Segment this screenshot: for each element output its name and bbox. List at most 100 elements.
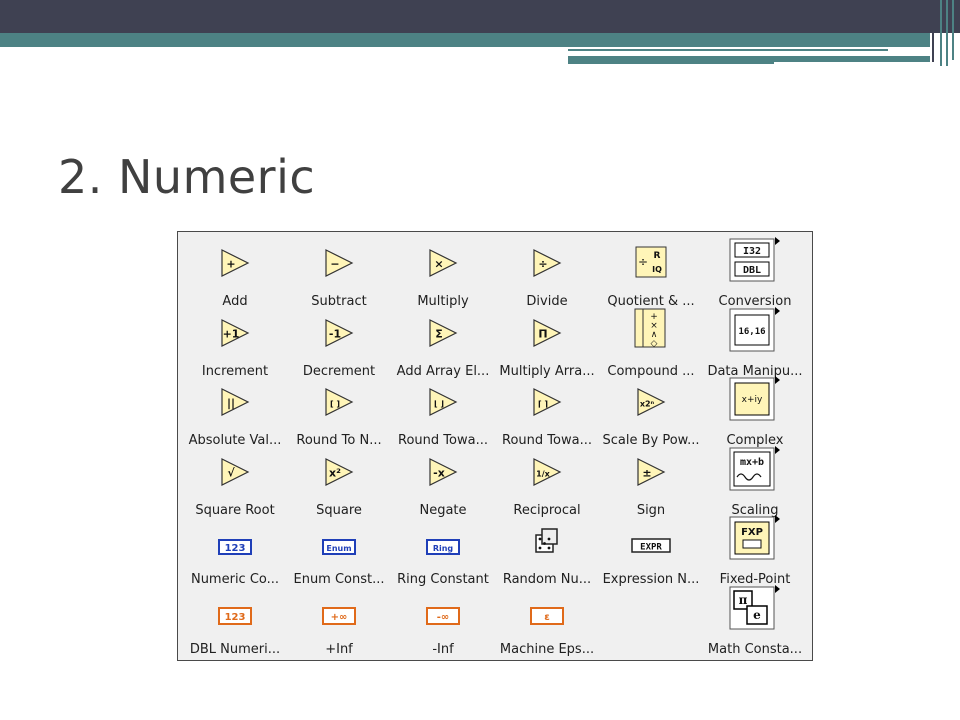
palette-item-round-towa[interactable]: ⌊ ⌋ Round Towa... [390,373,496,448]
palette-item-inf[interactable]: +∞ +Inf [286,582,392,657]
round-to-n-icon: [ ] [324,387,354,417]
palette-item-subtract[interactable]: − Subtract [286,234,392,309]
palette-item-multiply[interactable]: × Multiply [390,234,496,309]
slide-top-bar [0,0,960,33]
subtract-icon: − [324,248,354,278]
conversion-icon: I32 DBL [729,236,781,282]
svg-text:1/x: 1/x [536,469,550,478]
svg-text:x²: x² [329,466,341,479]
svg-text:Enum: Enum [326,544,351,553]
palette-item-data-manipu[interactable]: 16,16 Data Manipu... [702,304,808,379]
palette-item-machine-eps[interactable]: ε Machine Eps... [494,582,600,657]
palette-item-scale-by-pow[interactable]: x2ⁿ Scale By Pow... [598,373,704,448]
palette-item-decrement[interactable]: -1 Decrement [286,304,392,379]
palette-item-negate[interactable]: -x Negate [390,443,496,518]
dbl-numeri-icon: 123 [218,606,252,626]
svg-text:◇: ◇ [651,339,658,348]
svg-text:⌊ ⌋: ⌊ ⌋ [434,400,444,409]
slide-accent-bar [0,33,930,47]
palette-item-expression-n[interactable]: EXPR Expression N... [598,512,704,587]
decrement-icon: -1 [324,318,354,348]
svg-text:Ring: Ring [433,544,454,553]
svg-text:mx+b: mx+b [740,457,764,468]
svg-text:IQ: IQ [652,265,662,274]
numeric-palette: + Add − Subtract × Multiply ÷ Divide ÷ R IQ Quotien… [177,231,813,661]
palette-item-label: -Inf [432,641,454,657]
machine-eps-icon: ε [530,606,564,626]
palette-item-add-array-el[interactable]: Σ Add Array El... [390,304,496,379]
svg-text:e: e [753,608,761,622]
svg-text:+∞: +∞ [331,612,348,623]
svg-text:+1: +1 [223,327,240,340]
palette-item-scaling[interactable]: mx+b Scaling [702,443,808,518]
palette-item-label: Expression N... [602,572,700,587]
palette-item-random-nu[interactable]: Random Nu... [494,512,600,587]
numeric-co-icon: 123 [218,538,252,556]
inf-icon: +∞ [322,606,356,626]
palette-item-sign[interactable]: ± Sign [598,443,704,518]
palette-item-numeric-co[interactable]: 123 Numeric Co... [182,512,288,587]
palette-item-label: Machine Eps... [499,641,595,657]
fixed-point-icon: FXP [729,514,781,560]
palette-item-square[interactable]: x² Square [286,443,392,518]
absolute-val-icon: || [220,387,250,417]
palette-item-round-to-n[interactable]: [ ] Round To N... [286,373,392,448]
palette-item-reciprocal[interactable]: 1/x Reciprocal [494,443,600,518]
multiply-icon: × [428,248,458,278]
svg-text:Σ: Σ [435,327,443,340]
svg-text:EXPR: EXPR [640,543,662,553]
complex-icon: x+iy [729,375,781,421]
palette-item-round-towa[interactable]: ⌈ ⌉ Round Towa... [494,373,600,448]
palette-item-divide[interactable]: ÷ Divide [494,234,600,309]
palette-item-compound[interactable]: + × ∧ ◇ Compound ... [598,304,704,379]
compound-icon: + × ∧ ◇ [633,308,669,348]
math-consta-icon: πe [729,584,781,630]
palette-item-conversion[interactable]: I32 DBL Conversion [702,234,808,309]
palette-item-dbl-numeri[interactable]: 123 DBL Numeri... [182,582,288,657]
increment-icon: +1 [220,318,250,348]
svg-text:x+iy: x+iy [742,395,763,405]
svg-text:123: 123 [225,612,246,623]
svg-text:×: × [434,258,443,271]
svg-text:FXP: FXP [741,527,763,538]
slide-title: 2. Numeric [58,150,316,204]
round-towa-icon: ⌈ ⌉ [532,387,562,417]
palette-item-label: Math Consta... [707,641,803,657]
slide-vline [932,0,934,62]
svg-text:-x: -x [433,466,445,479]
scaling-icon: mx+b [729,445,781,491]
palette-item-square-root[interactable]: √ Square Root [182,443,288,518]
svg-text:x2ⁿ: x2ⁿ [640,400,655,409]
slide-vline [946,0,948,66]
palette-item-math-consta[interactable]: π e Math Consta... [702,582,808,657]
svg-text:π: π [739,593,748,607]
slide-accent-line [568,56,774,64]
svg-text:ε: ε [544,612,550,623]
palette-item-complex[interactable]: x+iy Complex [702,373,808,448]
reciprocal-icon: 1/x [532,457,562,487]
add-array-el-icon: Σ [428,318,458,348]
palette-item-fixed-point[interactable]: FXP Fixed-Point [702,512,808,587]
slide-thin-line [568,49,888,51]
enum-const-icon: Enum [322,538,356,556]
palette-item-inf[interactable]: -∞ -Inf [390,582,496,657]
palette-item-label: +Inf [325,641,353,657]
palette-item-increment[interactable]: +1 Increment [182,304,288,379]
palette-item-add[interactable]: + Add [182,234,288,309]
palette-item-ring-constant[interactable]: Ring Ring Constant [390,512,496,587]
svg-text:⌈ ⌉: ⌈ ⌉ [538,400,548,409]
svg-text:Π: Π [538,327,547,340]
svg-text:I32: I32 [743,246,761,257]
palette-item-quotient[interactable]: ÷ R IQ Quotient & ... [598,234,704,309]
square-icon: x² [324,457,354,487]
svg-text:16,16: 16,16 [738,327,765,337]
palette-item-enum-const[interactable]: Enum Enum Const... [286,512,392,587]
svg-text:[ ]: [ ] [330,400,340,409]
sign-icon: ± [636,457,666,487]
slide-accent-line-right [774,56,930,62]
multiply-arra-icon: Π [532,318,562,348]
palette-item-multiply-arra[interactable]: Π Multiply Arra... [494,304,600,379]
square-root-icon: √ [220,457,250,487]
palette-item-absolute-val[interactable]: || Absolute Val... [182,373,288,448]
svg-text:||: || [227,397,235,410]
